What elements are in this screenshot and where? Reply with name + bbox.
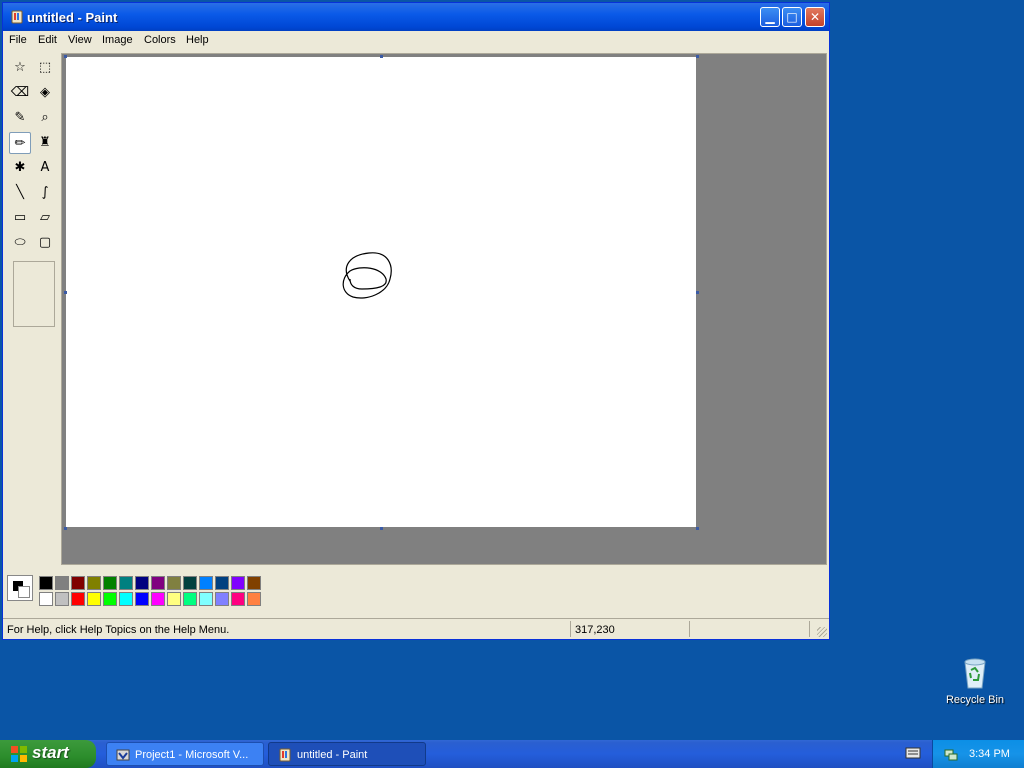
taskbar-item-label: Project1 - Microsoft V... <box>135 749 249 761</box>
color-swatch[interactable] <box>167 592 181 606</box>
menu-file[interactable]: File <box>9 34 27 46</box>
keyboard-icon[interactable] <box>905 746 921 760</box>
color-swatch[interactable] <box>215 592 229 606</box>
color-swatch[interactable] <box>103 576 117 590</box>
color-swatch[interactable] <box>87 592 101 606</box>
fill-icon[interactable]: ◈ <box>34 82 56 104</box>
menu-view[interactable]: View <box>68 34 92 46</box>
curve-icon[interactable]: ∫ <box>34 182 56 204</box>
title-bar[interactable]: untitled - Paint ▁ □ ✕ <box>3 3 829 31</box>
color-swatch[interactable] <box>183 576 197 590</box>
workspace <box>61 53 827 565</box>
window-title: untitled - Paint <box>27 10 118 25</box>
color-swatch[interactable] <box>135 592 149 606</box>
background-color <box>18 586 30 598</box>
resize-handle <box>696 55 699 58</box>
resize-handle <box>64 527 67 530</box>
color-swatch[interactable] <box>119 576 133 590</box>
windows-logo-icon <box>11 746 27 762</box>
color-swatch[interactable] <box>103 592 117 606</box>
menu-help[interactable]: Help <box>186 34 209 46</box>
color-swatch[interactable] <box>151 576 165 590</box>
pencil-icon[interactable]: ✏ <box>9 132 31 154</box>
rectangle-icon[interactable]: ▭ <box>9 207 31 229</box>
taskbar-item-paint[interactable]: untitled - Paint <box>268 742 426 766</box>
airbrush-icon[interactable]: ✱ <box>9 157 31 179</box>
menu-colors[interactable]: Colors <box>144 34 176 46</box>
color-swatch[interactable] <box>183 592 197 606</box>
menu-image[interactable]: Image <box>102 34 133 46</box>
toolbox: ☆ ⬚ ⌫ ◈ ✎ ⌕ ✏ ♜ ✱ A ╲ ∫ ▭ ▱ ⬭ ▢ <box>5 53 61 563</box>
color-swatch[interactable] <box>247 576 261 590</box>
color-swatch[interactable] <box>71 576 85 590</box>
resize-handle <box>380 55 383 58</box>
taskbar: start Project1 - Microsoft V... untitled… <box>0 740 1024 768</box>
resize-handle <box>64 55 67 58</box>
drawing-canvas[interactable] <box>66 57 696 527</box>
paint-app-icon <box>11 10 23 24</box>
color-swatch[interactable] <box>119 592 133 606</box>
status-divider <box>570 621 571 637</box>
clock[interactable]: 3:34 PM <box>969 748 1010 760</box>
status-divider <box>689 621 690 637</box>
recycle-bin-icon <box>964 658 986 689</box>
paint-app-icon <box>279 748 291 762</box>
color-swatch[interactable] <box>87 576 101 590</box>
maximize-button[interactable]: □ <box>782 7 802 27</box>
menu-bar: File Edit View Image Colors Help <box>3 31 829 51</box>
line-icon[interactable]: ╲ <box>9 182 31 204</box>
color-swatch[interactable] <box>247 592 261 606</box>
color-swatch[interactable] <box>231 576 245 590</box>
free-form-select-icon[interactable]: ☆ <box>9 57 31 79</box>
color-swatch[interactable] <box>71 592 85 606</box>
system-tray: 3:34 PM <box>932 740 1024 768</box>
resize-handle <box>64 291 67 294</box>
pick-color-icon[interactable]: ✎ <box>9 107 31 129</box>
close-button[interactable]: ✕ <box>805 7 825 27</box>
recycle-bin[interactable]: Recycle Bin <box>940 656 1010 716</box>
taskbar-item-project1[interactable]: Project1 - Microsoft V... <box>106 742 264 766</box>
status-divider <box>809 621 810 637</box>
resize-handle[interactable] <box>696 527 699 530</box>
rounded-rectangle-icon[interactable]: ▢ <box>34 232 56 254</box>
polygon-icon[interactable]: ▱ <box>34 207 56 229</box>
color-swatch[interactable] <box>167 576 181 590</box>
select-icon[interactable]: ⬚ <box>34 57 56 79</box>
taskbar-item-label: untitled - Paint <box>297 749 368 761</box>
current-colors[interactable] <box>7 575 33 601</box>
paint-window: untitled - Paint ▁ □ ✕ File Edit View Im… <box>2 2 830 640</box>
color-swatch[interactable] <box>199 592 213 606</box>
color-palette <box>3 567 829 615</box>
ellipse-icon[interactable]: ⬭ <box>9 232 31 254</box>
magnifier-icon[interactable]: ⌕ <box>34 107 56 129</box>
color-swatch[interactable] <box>39 592 53 606</box>
minimize-button[interactable]: ▁ <box>760 7 780 27</box>
menu-edit[interactable]: Edit <box>38 34 57 46</box>
resize-handle[interactable] <box>696 291 699 294</box>
network-icon[interactable] <box>943 746 959 762</box>
size-grip[interactable] <box>817 627 827 637</box>
color-swatch[interactable] <box>199 576 213 590</box>
color-swatch[interactable] <box>231 592 245 606</box>
vb-app-icon <box>116 749 130 761</box>
status-help-text: For Help, click Help Topics on the Help … <box>7 624 230 636</box>
color-swatch[interactable] <box>151 592 165 606</box>
resize-handle[interactable] <box>380 527 383 530</box>
color-swatch[interactable] <box>55 576 69 590</box>
start-button[interactable]: start <box>0 740 96 768</box>
color-swatch[interactable] <box>135 576 149 590</box>
text-icon[interactable]: A <box>34 157 56 179</box>
recycle-bin-label: Recycle Bin <box>945 694 1005 706</box>
brush-icon[interactable]: ♜ <box>34 132 56 154</box>
cursor-coordinates: 317,230 <box>575 624 615 636</box>
color-swatch[interactable] <box>39 576 53 590</box>
color-swatch[interactable] <box>215 576 229 590</box>
tool-options-box[interactable] <box>13 261 55 327</box>
color-swatch[interactable] <box>55 592 69 606</box>
status-bar: For Help, click Help Topics on the Help … <box>3 618 829 639</box>
start-label: start <box>32 743 69 762</box>
eraser-icon[interactable]: ⌫ <box>9 82 31 104</box>
drawn-shape <box>342 252 392 299</box>
